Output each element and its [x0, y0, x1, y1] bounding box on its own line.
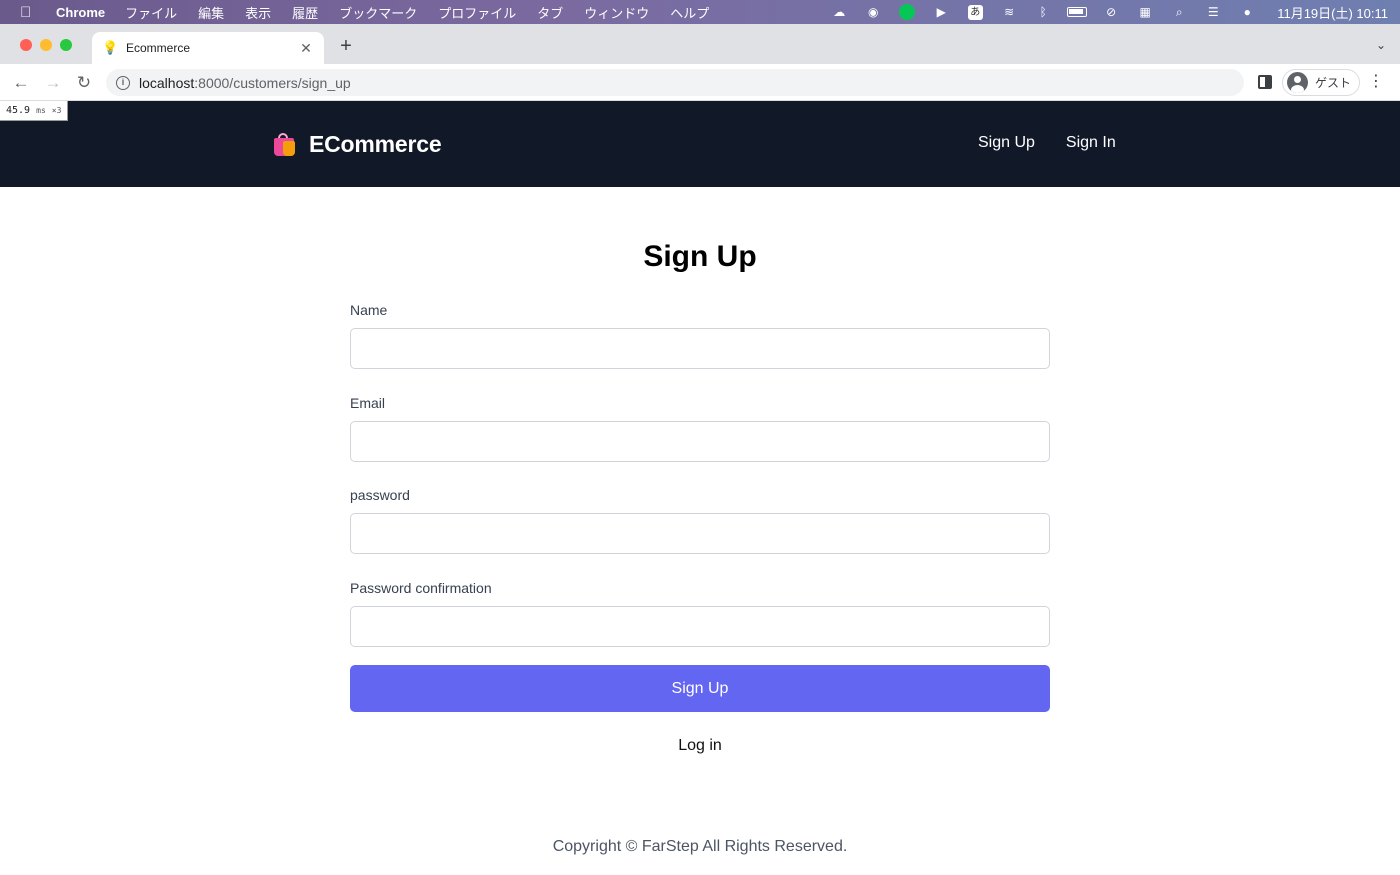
cloud-sync-icon[interactable]: ☁: [829, 4, 849, 20]
profile-button[interactable]: ゲスト: [1282, 69, 1360, 96]
url-path: :8000/customers/sign_up: [194, 74, 351, 91]
address-bar[interactable]: i localhost:8000/customers/sign_up: [106, 69, 1244, 96]
password-input[interactable]: [350, 513, 1050, 554]
browser-toolbar: ← → ↻ i localhost:8000/customers/sign_up…: [0, 64, 1400, 101]
name-field-group: Name: [350, 301, 1050, 393]
password-label: password: [350, 487, 410, 503]
password-confirmation-input[interactable]: [350, 605, 1050, 647]
menu-bookmarks[interactable]: ブックマーク: [339, 3, 417, 22]
menubar-clock[interactable]: 11月19日(土) 10:11: [1277, 3, 1388, 22]
side-panel-icon[interactable]: [1258, 75, 1272, 89]
menu-profiles[interactable]: プロファイル: [438, 3, 516, 22]
minimize-window-button[interactable]: [40, 39, 52, 51]
perf-value: 45.9: [6, 105, 31, 116]
new-tab-button[interactable]: +: [336, 36, 356, 56]
site-header: ECommerce Sign Up Sign In: [0, 101, 1400, 187]
keyboard-icon[interactable]: ▦: [1135, 4, 1155, 20]
tab-close-icon[interactable]: ✕: [298, 40, 314, 57]
active-tab[interactable]: 💡 Ecommerce ✕: [92, 32, 324, 64]
email-input[interactable]: [350, 420, 1050, 462]
menu-edit[interactable]: 編集: [198, 3, 224, 22]
browser-menu-icon[interactable]: ⋮: [1368, 73, 1384, 91]
reload-button[interactable]: ↻: [73, 72, 95, 94]
spotlight-search-icon[interactable]: ⌕: [1169, 4, 1189, 20]
bluetooth-icon[interactable]: ᛒ: [1033, 4, 1053, 20]
email-label: Email: [350, 394, 386, 411]
profile-label: ゲスト: [1315, 76, 1352, 90]
password-field-group: password: [350, 486, 1050, 578]
name-input[interactable]: [350, 328, 1050, 369]
sign-up-form: Name Email password Password confirmatio…: [350, 300, 1050, 670]
status-area: ☁ ◉ ▶ あ ≋ ᛒ ⊘ ▦ ⌕ ☰ ● 11月19日(土) 10:11: [829, 0, 1388, 24]
perf-unit: ms: [36, 106, 46, 115]
password-confirmation-field-group: Password confirmation: [350, 579, 1050, 671]
menu-help[interactable]: ヘルプ: [670, 3, 709, 22]
control-center-icon[interactable]: ☰: [1203, 4, 1223, 20]
play-icon[interactable]: ▶: [931, 4, 951, 20]
siri-icon[interactable]: ●: [1237, 4, 1257, 20]
password-confirmation-label: Password confirmation: [350, 579, 492, 596]
zoom-window-button[interactable]: [60, 39, 72, 51]
perf-multiplier: ×3: [51, 106, 62, 115]
nav-sign-in-link[interactable]: Sign In: [1066, 134, 1116, 152]
lightbulb-favicon-icon: 💡: [102, 40, 119, 55]
wifi-off-icon[interactable]: ≋: [999, 4, 1019, 20]
tab-title: Ecommerce: [126, 41, 191, 55]
apple-menu-icon[interactable]: : [20, 4, 38, 21]
macos-menubar:  Chrome ファイル 編集 表示 履歴 ブックマーク プロファイル タブ …: [0, 0, 1400, 24]
line-app-icon[interactable]: [897, 4, 917, 20]
brand-name: ECommerce: [309, 131, 442, 157]
browser-tabbar: 💡 Ecommerce ✕ + ⌄: [0, 24, 1400, 64]
brand-link[interactable]: ECommerce: [271, 131, 442, 158]
camera-app-icon[interactable]: ◉: [863, 4, 883, 20]
site-nav: Sign Up Sign In: [978, 134, 1116, 152]
shopping-bags-icon: [271, 132, 297, 158]
menu-view[interactable]: 表示: [245, 3, 271, 22]
log-in-link: Log in: [0, 737, 1400, 755]
menu-file[interactable]: ファイル: [125, 3, 177, 22]
url-host: localhost: [139, 74, 195, 91]
menu-history[interactable]: 履歴: [292, 3, 318, 22]
name-label: Name: [350, 302, 388, 318]
nav-sign-up-link[interactable]: Sign Up: [978, 134, 1035, 152]
sign-up-submit-button[interactable]: Sign Up: [350, 665, 1050, 712]
link-icon[interactable]: ⊘: [1101, 4, 1121, 20]
menu-tab[interactable]: タブ: [537, 3, 563, 22]
back-button[interactable]: ←: [10, 72, 32, 94]
performance-overlay: 45.9 ms ×3: [0, 101, 69, 121]
site-info-icon[interactable]: i: [116, 75, 130, 90]
footer-copyright: Copyright © FarStep All Rights Reserved.: [552, 838, 848, 855]
page-title: Sign Up: [643, 240, 757, 273]
menu-window[interactable]: ウィンドウ: [584, 3, 649, 22]
log-in-link-text[interactable]: Log in: [678, 737, 722, 754]
app-menu-chrome[interactable]: Chrome: [56, 5, 105, 20]
battery-icon[interactable]: [1067, 4, 1088, 20]
email-field-group: Email: [350, 394, 1050, 486]
close-window-button[interactable]: [20, 39, 32, 51]
guest-avatar-icon: [1287, 72, 1308, 93]
input-method-icon[interactable]: あ: [965, 4, 985, 20]
forward-button[interactable]: →: [42, 72, 64, 94]
tab-search-chevron-icon[interactable]: ⌄: [1376, 38, 1386, 52]
